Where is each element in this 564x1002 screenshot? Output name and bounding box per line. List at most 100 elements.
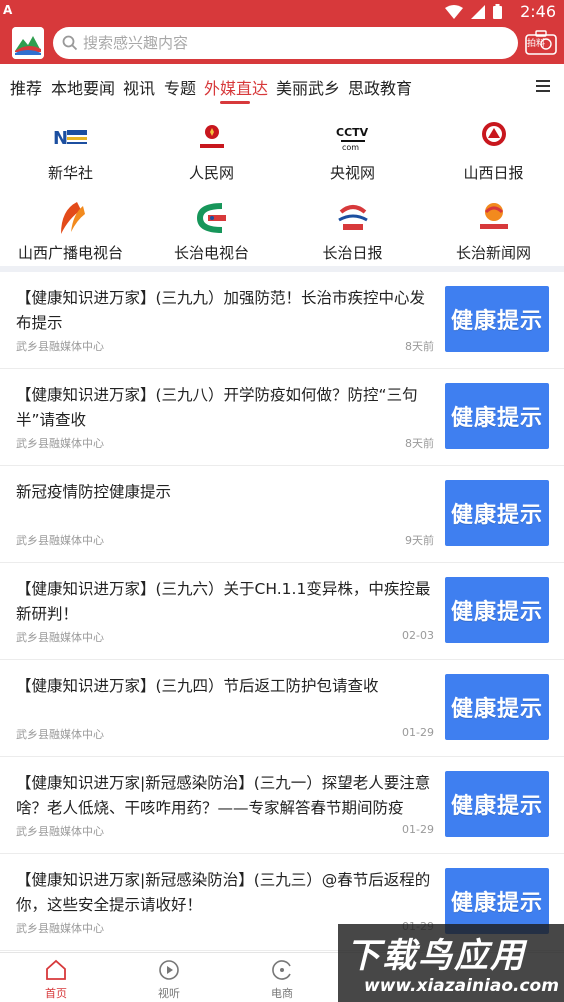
news-title: 【健康知识进万家】(三九九）加强防范！长治市疾控中心发布提示	[16, 289, 426, 332]
watermark-title: 下载鸟应用	[346, 936, 526, 976]
media-item-shanxi-tv[interactable]: 山西广播电视台	[0, 194, 141, 270]
news-source: 武乡县融媒体中心	[16, 728, 104, 741]
thumbnail-text: 健康提示	[450, 600, 543, 625]
clock: 2:46	[520, 2, 556, 21]
channel-tabs: 推荐 本地要闻 视讯 专题 外媒直达 美丽武乡 思政教育	[0, 64, 564, 108]
wifi-icon	[445, 4, 463, 19]
news-thumbnail: 健康提示	[445, 286, 549, 352]
thumbnail-text: 健康提示	[450, 697, 543, 722]
news-date: 9天前	[405, 534, 434, 547]
news-title: 【健康知识进万家】(三九八）开学防疫如何做？防控“三句半”请查收	[16, 386, 418, 429]
shanxi-tv-logo-icon	[60, 202, 85, 234]
changzhi-news-logo-icon	[479, 203, 508, 229]
news-source: 武乡县融媒体中心	[16, 534, 104, 547]
shop-icon	[272, 960, 291, 980]
video-icon	[159, 960, 179, 980]
media-name: 山西日报	[463, 164, 524, 182]
news-item[interactable]: 【健康知识进万家】(三九九）加强防范！长治市疾控中心发布提示 武乡县融媒体中心 …	[0, 272, 564, 369]
svg-text:CCTV: CCTV	[336, 126, 369, 139]
tab-beautiful-wuxiang[interactable]: 美丽武乡	[276, 75, 340, 99]
thumbnail-text: 健康提示	[450, 503, 543, 528]
media-item-shanxi-daily[interactable]: 山西日报	[423, 114, 564, 190]
app-logo[interactable]	[12, 27, 44, 59]
nav-label: 视听	[158, 987, 180, 1000]
thumbnail-text: 健康提示	[450, 309, 543, 334]
news-date: 8天前	[405, 437, 434, 450]
news-title: 【健康知识进万家|新冠感染防治】(三九一）探望老人要注意啥？老人低烧、干咳咋用药…	[16, 774, 431, 817]
news-source: 武乡县融媒体中心	[16, 922, 104, 935]
media-name: 新华社	[47, 164, 93, 182]
nav-home[interactable]: 首页	[26, 959, 86, 1001]
report-camera-button[interactable]: 拍料	[525, 30, 557, 56]
news-thumbnail: 健康提示	[445, 771, 549, 837]
news-title: 【健康知识进万家】(三九六）关于CH.1.1变异株，中疾控最新研判！	[16, 580, 431, 623]
news-item[interactable]: 【健康知识进万家|新冠感染防治】(三九一）探望老人要注意啥？老人低烧、干咳咋用药…	[0, 757, 564, 854]
watermark: 下载鸟应用 www.xiazainiao.com	[338, 924, 564, 1002]
nav-label: 电商	[271, 987, 293, 1000]
svg-text:com: com	[342, 143, 359, 152]
news-item[interactable]: 【健康知识进万家】(三九六）关于CH.1.1变异株，中疾控最新研判！ 武乡县融媒…	[0, 563, 564, 660]
media-name: 长治电视台	[173, 244, 249, 262]
tab-video[interactable]: 视讯	[123, 75, 155, 99]
news-title: 新冠疫情防控健康提示	[16, 483, 172, 501]
camera-label: 拍料	[527, 39, 546, 49]
news-item[interactable]: 新冠疫情防控健康提示 武乡县融媒体中心 9天前 健康提示	[0, 466, 564, 563]
news-thumbnail: 健康提示	[445, 674, 549, 740]
media-item-people[interactable]: 人民网	[141, 114, 282, 190]
search-input[interactable]	[83, 27, 503, 59]
status-bar: A 2:46	[0, 0, 564, 24]
media-grid: N 新华社 人民网 CCTV com 央视网 山西日报 山西广播电视台 长治电视…	[0, 108, 564, 266]
media-item-cctv[interactable]: CCTV com 央视网	[282, 114, 423, 190]
media-name: 央视网	[329, 164, 375, 182]
tab-local-news[interactable]: 本地要闻	[51, 75, 115, 99]
tab-external-media[interactable]: 外媒直达	[204, 75, 268, 99]
news-thumbnail: 健康提示	[445, 480, 549, 546]
tab-recommend[interactable]: 推荐	[10, 75, 42, 99]
media-item-changzhi-tv[interactable]: 长治电视台	[141, 194, 282, 270]
thumbnail-text: 健康提示	[450, 794, 543, 819]
media-item-xinhua[interactable]: N 新华社	[0, 114, 141, 190]
notification-glyph: A	[3, 3, 13, 17]
news-source: 武乡县融媒体中心	[16, 340, 104, 353]
media-item-changzhi-news[interactable]: 长治新闻网	[423, 194, 564, 270]
tab-topics[interactable]: 专题	[164, 75, 196, 99]
system-icons	[445, 4, 502, 19]
search-bar[interactable]	[53, 27, 518, 59]
people-logo-icon	[199, 125, 224, 148]
news-source: 武乡县融媒体中心	[16, 631, 104, 644]
news-date: 8天前	[405, 340, 434, 353]
news-source: 武乡县融媒体中心	[16, 437, 104, 450]
media-name: 山西广播电视台	[17, 244, 123, 262]
news-title: 【健康知识进万家】(三九四）节后返工防护包请查收	[16, 677, 379, 695]
watermark-url: www.xiazainiao.com	[364, 976, 559, 996]
nav-label: 首页	[45, 987, 67, 1000]
news-source: 武乡县融媒体中心	[16, 825, 104, 838]
cctv-logo-icon: CCTV com	[336, 126, 369, 152]
news-date: 02-03	[402, 629, 434, 642]
mountain-logo-icon	[12, 27, 44, 59]
thumbnail-text: 健康提示	[450, 891, 543, 916]
news-item[interactable]: 【健康知识进万家】(三九四）节后返工防护包请查收 武乡县融媒体中心 01-29 …	[0, 660, 564, 757]
nav-video[interactable]: 视听	[139, 959, 199, 1001]
changzhi-daily-logo-icon	[337, 205, 368, 230]
nav-shop[interactable]: 电商	[252, 959, 312, 1001]
signal-icon	[471, 4, 485, 19]
changzhi-tv-logo-icon	[196, 203, 226, 233]
thumbnail-text: 健康提示	[450, 406, 543, 431]
media-name: 人民网	[188, 164, 234, 182]
news-item[interactable]: 【健康知识进万家】(三九八）开学防疫如何做？防控“三句半”请查收 武乡县融媒体中…	[0, 369, 564, 466]
news-title: 【健康知识进万家|新冠感染防治】(三九三）@春节后返程的你，这些安全提示请收好！	[16, 871, 431, 914]
tab-ideology-education[interactable]: 思政教育	[348, 75, 412, 99]
media-item-changzhi-daily[interactable]: 长治日报	[282, 194, 423, 270]
channel-menu-icon[interactable]	[536, 80, 550, 92]
news-thumbnail: 健康提示	[445, 383, 549, 449]
media-name: 长治新闻网	[455, 244, 531, 262]
home-icon	[46, 959, 66, 980]
svg-text:N: N	[53, 128, 68, 149]
active-tab-indicator	[220, 101, 250, 104]
news-date: 01-29	[402, 726, 434, 739]
app-header: 拍料	[0, 24, 564, 64]
xinhua-logo-icon: N	[53, 128, 87, 149]
shanxi-daily-logo-icon	[481, 122, 506, 146]
news-date: 01-29	[402, 823, 434, 836]
